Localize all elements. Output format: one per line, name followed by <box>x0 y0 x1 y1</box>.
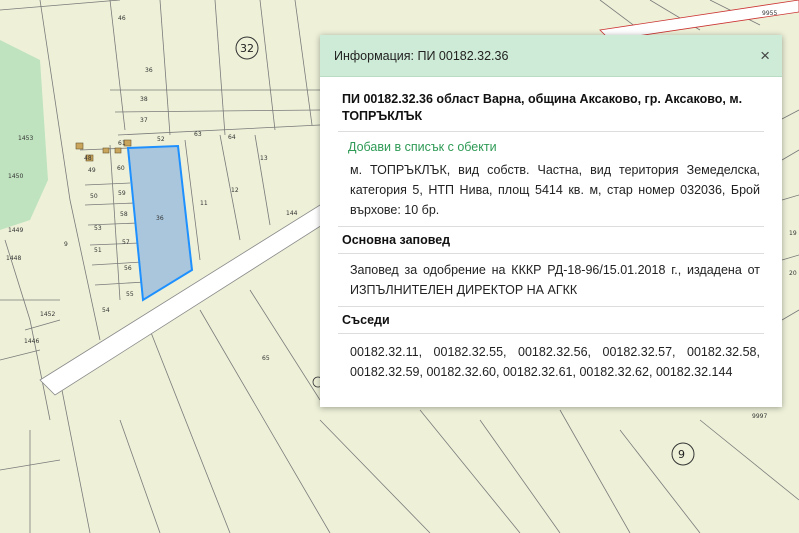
parcel-label: 52 <box>157 136 165 143</box>
parcel-label: 53 <box>94 225 102 232</box>
neighbours-section-title: Съседи <box>338 306 764 334</box>
neighbour-item[interactable]: 00182.32.62, <box>579 365 652 379</box>
parcel-label: 60 <box>117 165 125 172</box>
parcel-description: м. ТОПРЪКЛЪК, вид собств. Частна, вид те… <box>350 163 760 217</box>
parcel-label: 58 <box>120 211 128 218</box>
parcel-label: 46 <box>118 15 126 22</box>
neighbours-list: 00182.32.11, 00182.32.55, 00182.32.56, 0… <box>350 342 760 382</box>
parcel-label: 1446 <box>24 338 39 345</box>
parcel-label: 61 <box>118 140 126 147</box>
order-section-title: Основна заповед <box>338 226 764 254</box>
parcel-label: 13 <box>260 155 268 162</box>
neighbour-item[interactable]: 00182.32.57, <box>603 345 676 359</box>
neighbour-item[interactable]: 00182.32.55, <box>434 345 507 359</box>
parcel-label: 38 <box>140 96 148 103</box>
parcel-heading: ПИ 00182.32.36 област Варна, община Акса… <box>338 91 764 132</box>
info-popup: Информация: ПИ 00182.32.36 × ПИ 00182.32… <box>320 35 782 407</box>
neighbour-item[interactable]: 00182.32.144 <box>656 365 732 379</box>
parcel-label: 48 <box>84 155 92 162</box>
parcel-label: 55 <box>126 291 134 298</box>
parcel-label: 64 <box>228 134 236 141</box>
parcel-label: 1450 <box>8 173 23 180</box>
parcel-label: 56 <box>124 265 132 272</box>
parcel-label: 9997 <box>752 413 767 420</box>
parcel-label: 12 <box>231 187 239 194</box>
parcel-label: 63 <box>194 131 202 138</box>
road-upper-right <box>599 0 799 41</box>
selected-parcel[interactable] <box>126 144 194 302</box>
close-icon[interactable]: × <box>760 47 770 64</box>
parcel-label: 1449 <box>8 227 23 234</box>
neighbour-item[interactable]: 00182.32.56, <box>518 345 591 359</box>
parcel-label: 144 <box>286 210 298 217</box>
parcel-label: 1453 <box>18 135 33 142</box>
neighbour-item[interactable]: 00182.32.11, <box>350 345 422 359</box>
parcel-label: 59 <box>118 190 126 197</box>
popup-header: Информация: ПИ 00182.32.36 × <box>320 35 782 77</box>
neighbour-item[interactable]: 00182.32.59, <box>350 365 423 379</box>
popup-body: ПИ 00182.32.36 област Варна, община Акса… <box>320 77 782 382</box>
popup-title: Информация: ПИ 00182.32.36 <box>334 48 509 63</box>
circle-label-9: 9 <box>678 448 685 461</box>
parcel-label: 20 <box>789 270 797 277</box>
parcel-label: 51 <box>94 247 102 254</box>
circle-marker-32: 32 <box>235 36 259 60</box>
parcel-label: 50 <box>90 193 98 200</box>
parcel-label: 49 <box>88 167 96 174</box>
parcel-label: 57 <box>122 239 130 246</box>
circle-marker-9: 9 <box>671 442 695 466</box>
parcel-label: 37 <box>140 117 148 124</box>
parcel-label: 19 <box>789 230 797 237</box>
neighbour-item[interactable]: 00182.32.60, <box>426 365 499 379</box>
neighbour-item[interactable]: 00182.32.58, <box>687 345 760 359</box>
add-to-list-link[interactable]: Добави в списък с обекти <box>348 140 764 154</box>
order-text: Заповед за одобрение на КККР РД-18-96/15… <box>350 263 760 297</box>
parcel-label: 1452 <box>40 311 55 318</box>
selected-parcel-label: 36 <box>156 215 164 222</box>
circle-label-32: 32 <box>240 42 254 55</box>
neighbour-item[interactable]: 00182.32.61, <box>503 365 576 379</box>
parcel-label: 54 <box>102 307 110 314</box>
parcel-label: 1448 <box>6 255 21 262</box>
parcel-label: 9955 <box>762 10 777 17</box>
parcel-label: 65 <box>262 355 270 362</box>
parcel-label: 36 <box>145 67 153 74</box>
parcel-label: 9 <box>64 241 68 248</box>
parcel-label: 11 <box>200 200 208 207</box>
